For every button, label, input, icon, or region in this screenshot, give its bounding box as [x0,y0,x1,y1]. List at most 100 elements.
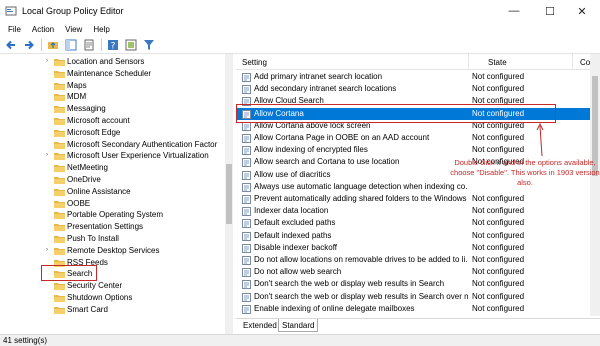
export-list-button[interactable] [82,38,96,52]
filter-button[interactable] [142,38,156,52]
tree-item[interactable]: Search [0,268,225,280]
back-arrow-icon [6,40,15,49]
show-hide-tree-button[interactable] [64,38,78,52]
minimize-button[interactable]: — [496,0,532,22]
folder-icon [54,200,65,208]
setting-row[interactable]: Enable indexing of online delegate mailb… [236,303,600,315]
folder-icon [54,177,65,184]
tab-extended[interactable]: Extended [240,319,280,332]
tree-item-label: Microsoft Secondary Authentication Facto… [67,139,218,149]
svg-text:?: ? [111,41,116,51]
tree-item[interactable]: Shutdown Options [0,292,225,304]
expander-chevron-icon[interactable]: › [46,58,48,64]
menu-file[interactable]: File [8,25,21,34]
tree-item[interactable]: Maintenance Scheduler [0,68,225,80]
back-button[interactable] [4,38,18,52]
folder-icon [54,212,65,220]
setting-row[interactable]: Indexer data location Not configured [236,205,600,217]
column-header-state[interactable]: State [488,58,507,67]
tree-item[interactable]: Messaging [0,103,225,115]
setting-row[interactable]: Default indexed paths Not configured [236,230,600,242]
setting-name: Add secondary intranet search locations [254,84,397,94]
policy-setting-icon [242,170,251,180]
tree-item[interactable]: OneDrive [0,174,225,186]
setting-row[interactable]: Do not allow web search Not configured [236,266,600,278]
tree-item[interactable]: Push To Install [0,233,225,245]
tree-item[interactable]: Security Center [0,280,225,292]
policy-tree-pane[interactable]: › Location and Sensors Maintenance Schedul… [0,54,233,334]
tree-item[interactable]: Microsoft account [0,115,225,127]
setting-row[interactable]: Don't search the web or display web resu… [236,278,600,290]
menu-help[interactable]: Help [93,25,109,34]
tree-item-label: Location and Sensors [67,57,145,66]
policy-setting-icon [242,231,251,241]
help-icon: ? [108,39,118,51]
filter-icon [144,39,154,50]
tree-scrollbar[interactable] [225,54,233,334]
allow-cortana-highlight [236,104,556,123]
setting-name: Enable indexing of online delegate mailb… [254,303,415,313]
setting-state: Not configured [472,218,525,228]
policy-setting-icon [242,73,251,82]
menu-view[interactable]: View [65,25,82,34]
tree-item-label: Maps [67,80,87,90]
up-one-level-button[interactable] [46,38,60,52]
folder-icon [54,224,65,232]
policy-setting-icon [242,195,251,204]
folder-icon [54,165,65,173]
forward-arrow-icon [25,40,34,49]
annotation-arrow-icon [536,122,544,157]
tree-item[interactable]: › Microsoft User Experience Virtualizatio… [0,150,225,162]
folder-icon [54,82,65,90]
tree-item[interactable]: Portable Operating System [0,209,225,221]
setting-row[interactable]: Do not allow locations on removable driv… [236,254,600,266]
setting-name: Don't search the web or display web resu… [254,279,445,289]
tab-standard[interactable]: Standard [278,319,319,332]
tree-item-label: Security Center [67,281,123,291]
column-header-setting[interactable]: Setting [242,58,267,67]
menu-action[interactable]: Action [32,25,54,34]
tree-scrollbar-thumb[interactable] [226,164,232,224]
setting-state: Not configured [472,194,525,203]
properties-button[interactable] [124,38,138,52]
setting-row[interactable]: Don't search the web or display web resu… [236,291,600,303]
column-header-comment[interactable]: Co [580,58,590,67]
setting-state: Not configured [472,255,525,264]
tree-item[interactable]: OOBE [0,198,225,210]
maximize-button[interactable]: ☐ [532,0,568,22]
setting-state: Not configured [472,230,525,240]
help-button[interactable]: ? [106,38,120,52]
expander-chevron-icon[interactable]: › [46,247,48,253]
setting-row[interactable]: Disable indexer backoff Not configured [236,242,600,254]
setting-row[interactable]: Add primary intranet search location Not … [236,71,600,83]
tree-item[interactable]: Smart Card [0,304,225,316]
column-divider[interactable] [468,54,469,70]
tree-item[interactable]: RSS Feeds [0,257,225,269]
tree-item[interactable]: Presentation Settings [0,221,225,233]
column-divider[interactable] [572,54,573,70]
policy-setting-icon [242,280,251,290]
tree-item[interactable]: Online Assistance [0,186,225,198]
tree-item[interactable]: NetMeeting [0,162,225,174]
setting-row[interactable]: Add secondary intranet search locations N… [236,83,600,95]
tree-item[interactable]: MDM [0,91,225,103]
policy-setting-icon [242,146,251,156]
setting-name: Allow search and Cortana to use location [254,157,400,167]
tree-item[interactable]: › Remote Desktop Services [0,245,225,257]
close-icon: ✕ [577,5,587,18]
setting-row[interactable]: Prevent automatically adding shared fold… [236,193,600,205]
tree-item-label: NetMeeting [67,163,108,173]
tree-item-label: Messaging [67,104,106,114]
expander-chevron-icon[interactable]: › [46,152,48,158]
tree-item[interactable]: Microsoft Edge [0,127,225,139]
forward-button[interactable] [22,38,36,52]
tree-item[interactable]: › Location and Sensors [0,56,225,68]
tree-item[interactable]: Microsoft Secondary Authentication Facto… [0,139,225,151]
tree-item-label: Microsoft Edge [67,127,121,137]
close-button[interactable]: ✕ [564,0,600,22]
export-list-icon [84,39,94,50]
folder-icon [54,153,65,161]
tree-item[interactable]: Maps [0,80,225,92]
annotation-note: Double click it and in the options avail… [450,158,600,187]
setting-row[interactable]: Default excluded paths Not configured [236,217,600,229]
